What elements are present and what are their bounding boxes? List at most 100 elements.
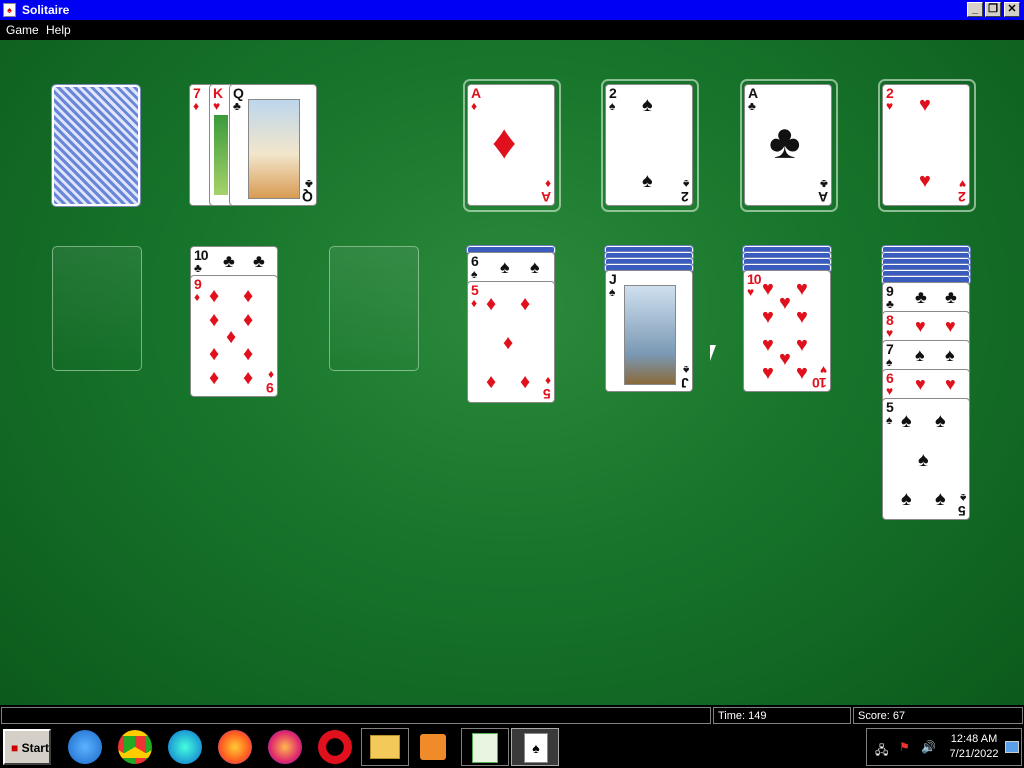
start-button[interactable]: ■ Start [3, 729, 51, 765]
card-pip: ♥ [919, 170, 931, 192]
card-pip: ♦ [486, 293, 497, 315]
waste-top-card[interactable]: Q ♣ Q ♣ [229, 84, 317, 206]
card-pip: ♦ [492, 116, 517, 169]
card-suit: ♠ [609, 285, 616, 299]
explorer-task[interactable] [361, 728, 409, 766]
card-pip: ♦ [486, 371, 497, 393]
stock-pile[interactable] [51, 84, 141, 207]
foundation-card[interactable]: 2 ♠ 2 ♠ ♠ ♠ [605, 84, 693, 206]
opera-icon[interactable] [318, 730, 352, 764]
card-pip: ♦ [226, 326, 237, 348]
menu-help[interactable]: Help [46, 23, 71, 37]
card-pip: ♥ [796, 306, 808, 328]
volume-icon[interactable]: 🔊 [921, 740, 936, 754]
card-pip: ♥ [915, 316, 926, 336]
menu-game[interactable]: Game [6, 23, 39, 37]
foundation-card[interactable]: A ♣ A ♣ ♣ [744, 84, 832, 206]
tableau-empty-slot[interactable] [329, 246, 419, 371]
menu-bar: Game Help [0, 20, 1024, 40]
card-rank: A [541, 189, 551, 205]
card-pip: ♠ [530, 257, 540, 277]
foundation-card[interactable]: A ♦ A ♦ ♦ [467, 84, 555, 206]
card-suit: ♦ [194, 290, 201, 304]
tableau-top-card[interactable]: J ♠ J ♠ [605, 270, 693, 392]
card-pip: ♥ [762, 278, 774, 300]
tableau-top-card[interactable]: 9 ♦ 9 ♦ ♦ ♦ ♦ ♦ ♦ ♦ ♦ ♦ ♦ [190, 275, 278, 397]
card-suit: ♦ [193, 99, 200, 113]
card-suit: ♥ [747, 285, 755, 299]
close-button[interactable]: ✕ [1004, 2, 1020, 17]
start-label: Start [21, 741, 49, 755]
card-suit: ♣ [820, 177, 828, 191]
card-pip: ♥ [945, 374, 956, 394]
chrome-icon[interactable] [118, 730, 152, 764]
card-pip: ♠ [901, 488, 912, 510]
card-pip: ♥ [796, 362, 808, 384]
card-suit: ♠ [471, 267, 478, 281]
card-rank: 5 [544, 386, 551, 402]
card-pip: ♦ [520, 371, 531, 393]
flag-icon[interactable]: ⚑ [899, 740, 910, 754]
card-suit: ♠ [886, 413, 893, 427]
tableau-top-card[interactable]: 5 ♠ 5 ♠ ♠ ♠ ♠ ♠ ♠ [882, 398, 970, 520]
clock-date: 7/21/2022 [949, 748, 999, 760]
card-pip: ♦ [209, 343, 220, 365]
card-pip: ♦ [243, 285, 254, 307]
card-suit: ♥ [886, 384, 894, 398]
show-desktop-icon[interactable] [1005, 741, 1019, 753]
face-card-art [624, 285, 676, 385]
card-suit: ♦ [544, 374, 551, 388]
card-pip: ♣ [223, 251, 235, 271]
card-suit: ♠ [682, 177, 689, 191]
network-icon[interactable]: 🖧 [875, 741, 888, 762]
card-pip: ♣ [945, 287, 957, 307]
card-pip: ♠ [915, 345, 925, 365]
foundation-card[interactable]: 2 ♥ 2 ♥ ♥ ♥ [882, 84, 970, 206]
card-suit: ♦ [471, 99, 478, 113]
ie-icon[interactable] [68, 730, 102, 764]
card-suit: ♣ [748, 99, 756, 113]
clock-time: 12:48 AM [950, 733, 998, 745]
card-suit: ♥ [886, 326, 894, 340]
card-suit: ♠ [959, 491, 966, 505]
minimize-button[interactable]: _ [967, 2, 983, 17]
card-suit: ♥ [886, 99, 894, 113]
card-pip: ♣ [253, 251, 265, 271]
card-pip: ♣ [915, 287, 927, 307]
card-pip: ♦ [503, 332, 514, 354]
restore-button[interactable]: ❐ [985, 2, 1001, 17]
firefox-dev-icon[interactable] [268, 730, 302, 764]
tableau-empty-slot[interactable] [52, 246, 142, 371]
edge-icon[interactable] [168, 730, 202, 764]
mouse-cursor [710, 345, 716, 361]
card-rank: Q [303, 189, 313, 205]
card-suit: ♠ [682, 363, 689, 377]
tableau-top-card[interactable]: 10 ♥ 10 ♥ ♥ ♥ ♥ ♥ ♥ ♥ ♥ ♥ ♥ ♥ [743, 270, 831, 392]
card-pip: ♥ [779, 292, 791, 314]
card-suit: ♦ [544, 177, 551, 191]
card-pip: ♠ [642, 170, 653, 192]
card-rank: A [818, 189, 828, 205]
clock[interactable]: 12:48 AM 7/21/2022 [947, 733, 1001, 760]
tableau-top-card[interactable]: 5 ♦ 5 ♦ ♦ ♦ ♦ ♦ ♦ [467, 281, 555, 403]
card-rank: 5 [959, 503, 966, 519]
card-pip: ♥ [915, 374, 926, 394]
card-suit: ♥ [213, 99, 221, 113]
notepad-task[interactable] [461, 728, 509, 766]
card-pip: ♦ [243, 309, 254, 331]
card-pip: ♥ [796, 278, 808, 300]
media-icon[interactable] [420, 734, 446, 760]
card-pip: ♥ [779, 348, 791, 370]
card-pip: ♥ [762, 334, 774, 356]
window-title: Solitaire [22, 3, 70, 17]
solitaire-task[interactable]: ♠ [511, 728, 559, 766]
card-pip: ♥ [945, 316, 956, 336]
folder-icon [370, 735, 400, 759]
card-pip: ♦ [209, 309, 220, 331]
card-suit: ♣ [194, 261, 202, 275]
card-suit: ♦ [267, 368, 274, 382]
card-rank: 2 [959, 189, 966, 205]
firefox-icon[interactable] [218, 730, 252, 764]
card-pip: ♠ [935, 488, 946, 510]
king-art [214, 115, 228, 195]
